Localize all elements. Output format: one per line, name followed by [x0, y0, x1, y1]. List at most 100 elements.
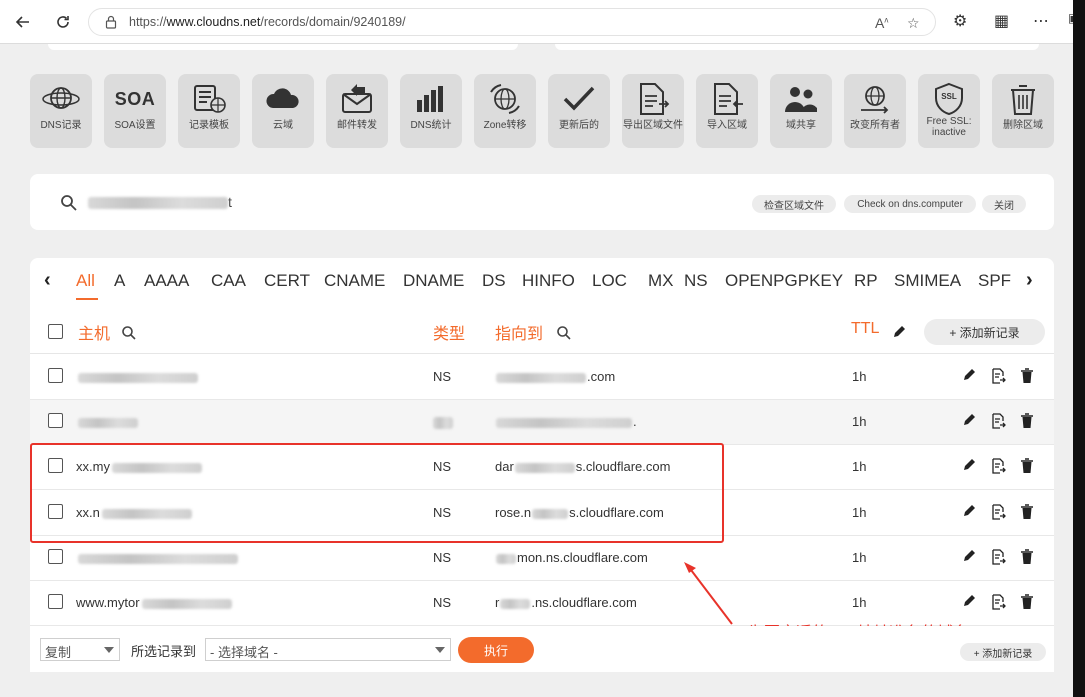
address-bar[interactable]: https://www.cloudns.net/records/domain/9… [88, 8, 936, 36]
delete-icon[interactable] [1020, 368, 1036, 384]
toolbar-tile-globe[interactable]: DNS记录 [30, 74, 92, 148]
edit-icon[interactable] [962, 413, 978, 429]
redacted-text [496, 553, 516, 564]
lock-icon [105, 15, 117, 29]
points-to-cell[interactable]: . [495, 414, 637, 429]
toolbar-tile-mail-forward[interactable]: 邮件转发 [326, 74, 388, 148]
toolbar-tile-check[interactable]: 更新后的 [548, 74, 610, 148]
edit-ttl-icon[interactable] [892, 325, 906, 339]
export-record-icon[interactable] [990, 549, 1006, 565]
delete-icon[interactable] [1020, 594, 1036, 610]
tabs-next-icon[interactable]: › [1026, 269, 1033, 292]
ssl-icon-text: SSL [941, 92, 957, 101]
close-button[interactable]: 关闭 [982, 195, 1026, 213]
window-edge [1073, 0, 1085, 697]
tab-hinfo[interactable]: HINFO [522, 271, 575, 291]
tab-rp[interactable]: RP [854, 271, 878, 291]
export-record-icon[interactable] [990, 368, 1006, 384]
delete-icon[interactable] [1020, 413, 1036, 429]
search-icon[interactable] [60, 194, 78, 212]
toolbar-tile-cloud[interactable]: 云域 [252, 74, 314, 148]
toolbar-tile-label: DNS记录 [40, 120, 82, 131]
host-cell[interactable]: www.mytor [76, 595, 232, 610]
toolbar-tile-change-owner[interactable]: 改变所有者 [844, 74, 906, 148]
tab-smimea[interactable]: SMIMEA [894, 271, 961, 291]
tabs-prev-icon[interactable]: ‹ [44, 269, 51, 292]
domain-select[interactable]: - 选择域名 - [205, 638, 451, 661]
delete-icon[interactable] [1020, 458, 1036, 474]
points-to-visible-text: .com [587, 369, 616, 384]
tab-aaaa[interactable]: AAAA [144, 271, 189, 291]
check-dns-computer-button[interactable]: Check on dns.computer [844, 195, 976, 213]
check-zone-file-button[interactable]: 检查区域文件 [752, 195, 836, 213]
favorite-star-icon[interactable]: ☆ [907, 15, 920, 32]
search-domain-text[interactable]: t [88, 194, 232, 210]
row-checkbox[interactable] [48, 413, 63, 428]
extensions-icon[interactable]: ⚙ [953, 11, 967, 31]
host-cell[interactable] [76, 414, 138, 429]
export-record-icon[interactable] [990, 594, 1006, 610]
edit-icon[interactable] [962, 549, 978, 565]
toolbar-tile-export-file[interactable]: 导出区域文件 [622, 74, 684, 148]
back-button[interactable] [10, 9, 36, 35]
edit-icon[interactable] [962, 458, 978, 474]
host-search-icon[interactable] [121, 325, 137, 341]
tab-loc[interactable]: LOC [592, 271, 627, 291]
toolbar-tile-soa[interactable]: SOA SOA设置 [104, 74, 166, 148]
points-to-prefix-text: r [495, 595, 500, 610]
tab-cname[interactable]: CNAME [324, 271, 385, 291]
delete-icon[interactable] [1020, 549, 1036, 565]
edit-icon[interactable] [962, 504, 978, 520]
tab-a[interactable]: A [114, 271, 125, 291]
copy-select[interactable]: 复制 [40, 638, 120, 661]
tab-ds[interactable]: DS [482, 271, 506, 291]
toolbar-tile-ssl-shield[interactable]: SSL Free SSL: inactive [918, 74, 980, 148]
toolbar-tile-import-file[interactable]: 导入区域 [696, 74, 758, 148]
toolbar-tile-zone-transfer[interactable]: Zone转移 [474, 74, 536, 148]
read-aloud-icon[interactable]: Aʌ [875, 15, 888, 31]
tab-all[interactable]: All [76, 271, 95, 291]
tab-spf[interactable]: SPF [978, 271, 1011, 291]
host-cell[interactable] [76, 369, 198, 384]
delete-icon[interactable] [1020, 504, 1036, 520]
toolbar-tile-template[interactable]: 记录模板 [178, 74, 240, 148]
add-record-button[interactable]: + 添加新记录 [924, 319, 1045, 345]
select-all-checkbox[interactable] [48, 324, 63, 339]
export-record-icon[interactable] [990, 504, 1006, 520]
toolbar-tile-users[interactable]: 域共享 [770, 74, 832, 148]
stats-icon [411, 82, 451, 116]
edit-icon[interactable] [962, 594, 978, 610]
zone-transfer-icon [485, 82, 525, 116]
collections-icon[interactable]: ▦ [994, 11, 1009, 31]
points-to-cell[interactable]: r .ns.cloudflare.com [495, 595, 637, 610]
export-record-icon[interactable] [990, 458, 1006, 474]
table-row[interactable]: . 1h [30, 400, 1054, 445]
tab-ns[interactable]: NS [684, 271, 708, 291]
run-button[interactable]: 执行 [458, 637, 534, 663]
ttl-cell: 1h [852, 595, 867, 610]
tab-mx[interactable]: MX [648, 271, 674, 291]
refresh-button[interactable] [50, 9, 76, 35]
toolbar-tile-trash[interactable]: 删除区域 [992, 74, 1054, 148]
tab-cert[interactable]: CERT [264, 271, 310, 291]
more-icon[interactable]: ⋯ [1033, 11, 1049, 31]
tab-dname[interactable]: DNAME [403, 271, 464, 291]
add-record-bottom-button[interactable]: + 添加新记录 [960, 643, 1046, 661]
row-checkbox[interactable] [48, 368, 63, 383]
row-checkbox[interactable] [48, 549, 63, 564]
points-to-cell[interactable]: .com [495, 369, 615, 384]
points-to-visible-text: mon.ns.cloudflare.com [517, 550, 648, 565]
points-to-cell[interactable]: mon.ns.cloudflare.com [495, 550, 648, 565]
points-to-search-icon[interactable] [556, 325, 572, 341]
edit-icon[interactable] [962, 368, 978, 384]
redacted-text [141, 598, 232, 609]
tab-caa[interactable]: CAA [211, 271, 246, 291]
tab-openpgpkey[interactable]: OPENPGPKEY [725, 271, 843, 291]
record-type-tabs: ‹ All A AAAA CAA CERT CNAME DNAME DS HINFO LOC MX N… [30, 258, 1054, 304]
export-record-icon[interactable] [990, 413, 1006, 429]
toolbar-tile-stats[interactable]: DNS统计 [400, 74, 462, 148]
host-cell[interactable] [76, 550, 238, 565]
table-row[interactable]: NS .com 1h [30, 355, 1054, 400]
toolbar-tile-label: 记录模板 [189, 120, 229, 131]
row-checkbox[interactable] [48, 594, 63, 609]
